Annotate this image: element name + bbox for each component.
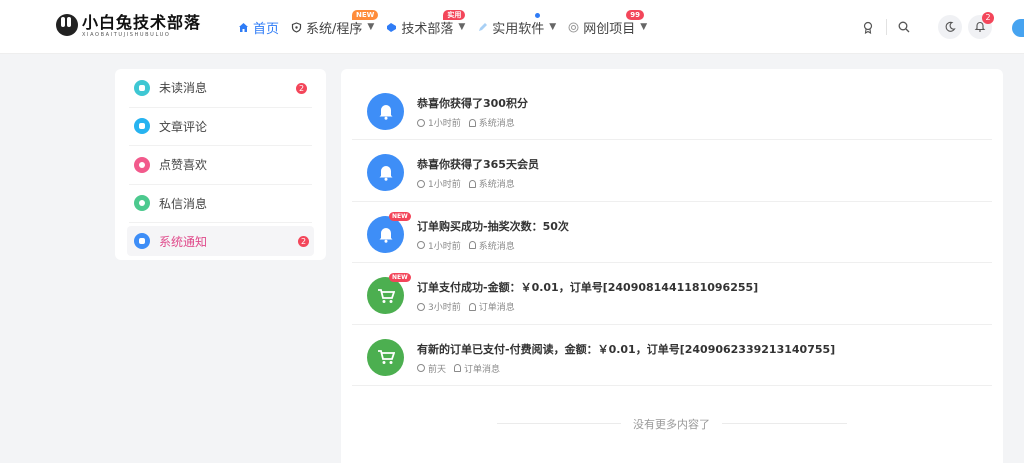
hot-badge: 实用: [443, 9, 466, 20]
message-title[interactable]: 订单支付成功-金额：￥0.01，订单号[2409081441181096255]: [417, 279, 758, 295]
sidebar-item-label: 系统通知: [159, 234, 208, 249]
coin-icon: [568, 22, 579, 33]
message-title[interactable]: 恭喜你获得了365天会员: [417, 156, 539, 172]
moon-icon[interactable]: [938, 15, 962, 39]
list-item[interactable]: 恭喜你获得了300积分 1小时前 系统消息: [352, 79, 992, 141]
message-type: 系统消息: [478, 119, 515, 129]
message-type: 订单消息: [478, 303, 515, 314]
new-badge: NEW: [389, 273, 411, 283]
sidebar-item-system-notice[interactable]: 系统通知 2: [127, 226, 314, 256]
nav-label-projects: 网创项目: [583, 21, 636, 37]
message-meta: 1小时前 系统消息: [417, 177, 515, 190]
clock-icon: [417, 364, 425, 373]
message-time: 前天: [428, 364, 447, 375]
list-item[interactable]: NEW 订单支付成功-金额：￥0.01，订单号[2409081441181096…: [352, 263, 992, 325]
message-title[interactable]: 恭喜你获得了300积分: [417, 95, 528, 111]
search-icon[interactable]: [892, 15, 916, 39]
message-title[interactable]: 订单购买成功-抽奖次数：50次: [417, 218, 569, 234]
sidebar-item-label: 文章评论: [159, 119, 208, 134]
message-meta: 前天 订单消息: [417, 362, 500, 375]
nav-item-system[interactable]: 系统/程序 NEW ▼: [291, 9, 379, 37]
new-badge: NEW: [352, 9, 379, 20]
bell-icon: [367, 215, 404, 253]
bell-icon: [468, 241, 476, 250]
clock-icon: [417, 241, 425, 250]
cart-icon: [367, 277, 404, 315]
cart-icon: [367, 338, 404, 376]
rabbit-logo-icon: [56, 14, 78, 36]
comment-icon: [134, 118, 150, 135]
sidebar-item-private-messages[interactable]: 私信消息: [129, 185, 312, 223]
sidebar-item-likes[interactable]: 点赞喜欢: [129, 146, 312, 185]
heart-icon: [134, 156, 150, 173]
new-badge: NEW: [389, 211, 411, 221]
nav-label-software: 实用软件: [492, 21, 545, 37]
chevron-down-icon: ▼: [549, 22, 557, 32]
message-sidebar: 未读消息 2 文章评论 点赞喜欢 私信消息 系统通知 2: [115, 69, 326, 260]
notification-list: 恭喜你获得了300积分 1小时前 系统消息 恭喜你获得了365天会员 1小时前 …: [341, 69, 1003, 463]
site-title: 小白兔技术部落: [82, 13, 202, 32]
nav-item-home[interactable]: 首页: [238, 18, 279, 37]
message-meta: 3小时前 订单消息: [417, 300, 515, 313]
clock-icon: [417, 179, 425, 188]
avatar[interactable]: [1012, 19, 1024, 37]
sidebar-item-label: 点赞喜欢: [159, 158, 208, 173]
nav-item-software[interactable]: 实用软件 ▼: [477, 12, 557, 37]
chat-icon: [134, 79, 150, 96]
message-type: 订单消息: [464, 364, 501, 375]
bell-icon: [367, 93, 404, 130]
clock-icon: [417, 118, 425, 127]
message-type: 系统消息: [478, 180, 515, 191]
list-item[interactable]: 恭喜你获得了365天会员 1小时前 系统消息: [352, 140, 992, 202]
chevron-down-icon: ▼: [458, 22, 466, 32]
nav-item-projects[interactable]: 网创项目 99 ▼: [568, 9, 648, 37]
message-meta: 1小时前 系统消息: [417, 239, 515, 252]
top-header: 小白兔技术部落 XIAOBAITUJISHUBULUO 首页 系统/程序 NEW…: [0, 0, 1024, 54]
nav-item-tech[interactable]: 技术部落 实用 ▼: [386, 9, 466, 37]
unread-badge: 2: [296, 82, 307, 94]
header-divider: [886, 19, 887, 35]
notification-count: 2: [982, 12, 994, 24]
message-time: 1小时前: [428, 180, 461, 191]
list-item[interactable]: 有新的订单已支付-付费阅读，金额：￥0.01，订单号[2409062339213…: [352, 325, 992, 386]
site-logo[interactable]: 小白兔技术部落 XIAOBAITUJISHUBULUO: [56, 14, 201, 39]
clock-icon: [417, 302, 425, 311]
bell-icon: [468, 302, 476, 311]
count-badge: 99: [626, 9, 644, 20]
message-type: 系统消息: [478, 241, 515, 252]
message-time: 1小时前: [428, 241, 461, 252]
sidebar-item-unread[interactable]: 未读消息 2: [129, 69, 312, 108]
bell-icon: [468, 118, 476, 127]
message-icon: [134, 195, 150, 212]
message-time: 1小时前: [428, 119, 461, 129]
notification-button[interactable]: 2: [968, 12, 994, 39]
nav-label-system: 系统/程序: [306, 21, 363, 37]
bell-icon: [454, 364, 462, 373]
new-dot: [535, 12, 541, 18]
site-subtitle: XIAOBAITUJISHUBULUO: [82, 32, 171, 38]
sidebar-item-comments[interactable]: 文章评论: [129, 108, 312, 146]
tag-icon: [386, 22, 397, 33]
bell-icon: [134, 233, 150, 249]
shield-icon: [291, 21, 302, 33]
no-more-content: 没有更多内容了: [621, 416, 722, 432]
bell-icon: [367, 154, 404, 192]
nav-label-tech: 技术部落: [401, 21, 454, 37]
sidebar-item-label: 私信消息: [159, 196, 208, 211]
home-icon: [238, 22, 249, 33]
chevron-down-icon: ▼: [367, 22, 375, 32]
pen-icon: [477, 22, 488, 33]
bell-icon: [468, 179, 476, 188]
sidebar-item-label: 未读消息: [159, 81, 208, 96]
notice-badge: 2: [298, 236, 309, 247]
chevron-down-icon: ▼: [640, 22, 648, 32]
message-time: 3小时前: [428, 303, 461, 314]
main-nav: 首页 系统/程序 NEW ▼ 技术部落 实用 ▼ 实用软件 ▼ 网创项目 99 …: [238, 0, 659, 54]
message-title[interactable]: 有新的订单已支付-付费阅读，金额：￥0.01，订单号[2409062339213…: [417, 341, 835, 357]
message-meta: 1小时前 系统消息: [417, 116, 515, 129]
list-item[interactable]: NEW 订单购买成功-抽奖次数：50次 1小时前 系统消息: [352, 202, 992, 264]
award-icon[interactable]: [856, 15, 880, 39]
nav-label-home: 首页: [253, 21, 280, 37]
